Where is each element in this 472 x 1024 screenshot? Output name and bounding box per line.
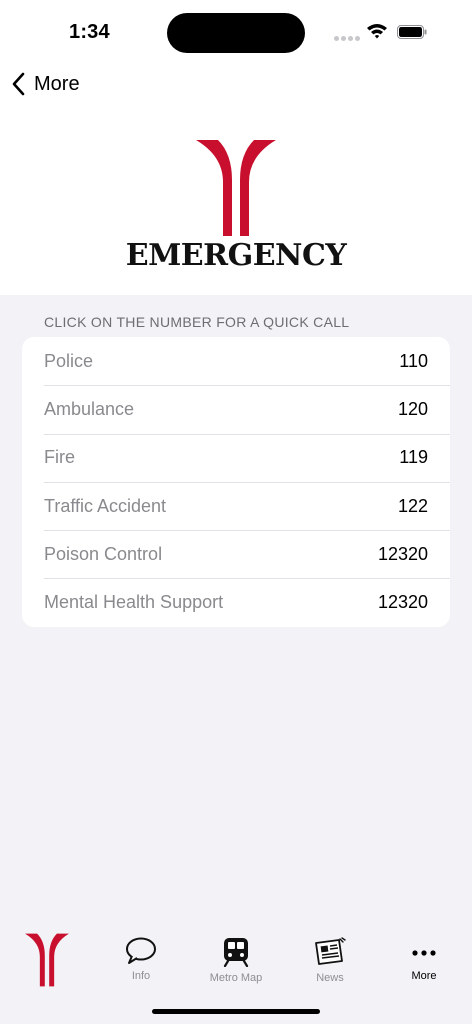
newspaper-icon — [315, 937, 346, 965]
tab-home[interactable] — [0, 925, 94, 995]
contact-name: Traffic Accident — [44, 495, 167, 516]
wifi-icon — [367, 24, 387, 39]
contact-number[interactable]: 12320 — [378, 544, 428, 565]
contact-row-traffic-accident[interactable]: Traffic Accident 122 — [22, 481, 450, 530]
header-area: 1:34 More EMERGENCY — [0, 0, 472, 295]
contact-name: Police — [44, 350, 94, 371]
contact-number[interactable]: 12320 — [378, 592, 428, 613]
contact-row-ambulance[interactable]: Ambulance 120 — [22, 385, 450, 433]
home-indicator — [152, 1009, 320, 1014]
logo-wordmark: EMERGENCY — [125, 238, 347, 273]
tab-news[interactable]: News — [283, 925, 377, 995]
tab-metro-map[interactable]: Metro Map — [189, 925, 283, 995]
tab-label: Metro Map — [209, 972, 263, 984]
contacts-list: Police 110 Ambulance 120 Fire 119 Traffi… — [22, 337, 450, 627]
tab-label: Info — [131, 970, 151, 982]
tab-info[interactable]: Info — [94, 925, 188, 995]
tab-more[interactable]: More — [377, 925, 471, 995]
contact-row-poison-control[interactable]: Poison Control 12320 — [22, 530, 450, 578]
back-label: More — [34, 72, 80, 95]
contact-number[interactable]: 119 — [399, 447, 428, 468]
dynamic-island — [167, 13, 305, 53]
contact-number[interactable]: 120 — [398, 399, 428, 420]
app-logo-icon — [25, 933, 69, 987]
contact-name: Fire — [44, 447, 75, 468]
battery-icon — [397, 25, 427, 39]
status-time: 1:34 — [69, 21, 110, 43]
tab-label: More — [411, 970, 437, 982]
metro-train-icon — [223, 938, 249, 967]
section-header: CLICK ON THE NUMBER FOR A QUICK CALL — [44, 314, 350, 330]
more-dots-icon — [412, 950, 436, 956]
contact-row-police[interactable]: Police 110 — [22, 337, 450, 385]
contact-number[interactable]: 110 — [399, 351, 428, 372]
contact-name: Poison Control — [44, 543, 163, 564]
contact-row-fire[interactable]: Fire 119 — [22, 433, 450, 482]
cellular-signal-icon — [334, 36, 360, 42]
back-button[interactable]: More — [12, 70, 80, 98]
chevron-left-icon — [12, 72, 25, 96]
contact-name: Mental Health Support — [44, 592, 224, 613]
contact-row-mental-health-support[interactable]: Mental Health Support 12320 — [22, 578, 450, 626]
emergency-logo-icon — [196, 140, 276, 236]
contact-name: Ambulance — [44, 398, 135, 419]
speech-bubble-icon — [126, 937, 156, 964]
contact-number[interactable]: 122 — [398, 496, 428, 517]
tab-label: News — [316, 972, 344, 984]
